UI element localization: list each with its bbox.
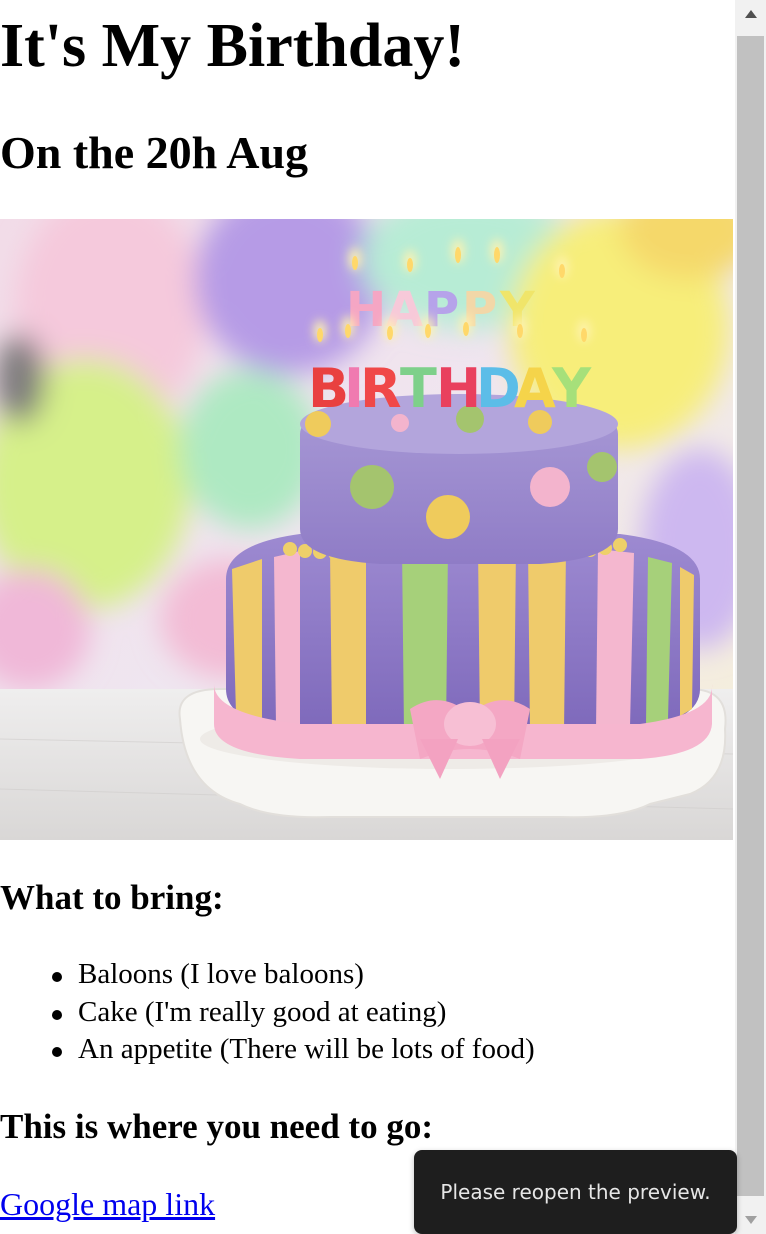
page-title: It's My Birthday!	[0, 12, 465, 80]
vertical-scrollbar[interactable]	[735, 0, 766, 1234]
what-to-bring-heading: What to bring:	[0, 878, 224, 917]
list-item: Cake (I'm really good at eating)	[0, 994, 535, 1032]
svg-text:Y: Y	[551, 357, 592, 420]
scroll-down-button[interactable]	[735, 1200, 766, 1234]
list-item: Baloons (I love baloons)	[0, 956, 535, 994]
birthday-cake-image: H A P P Y . B I R T H D A Y	[0, 219, 733, 840]
scrollbar-thumb[interactable]	[737, 36, 764, 1196]
directions-heading: This is where you need to go:	[0, 1107, 433, 1146]
list-item-text: Baloons (I love baloons)	[78, 958, 364, 990]
svg-text:B: B	[308, 357, 349, 420]
bullet-icon	[52, 972, 62, 982]
bullet-icon	[52, 1009, 62, 1020]
arrow-down-icon	[745, 1216, 757, 1224]
list-item-text: An appetite (There will be lots of food)	[78, 1033, 535, 1065]
reopen-preview-toast[interactable]: Please reopen the preview.	[414, 1150, 737, 1234]
bullet-icon	[52, 1047, 62, 1057]
list-item-text: Cake (I'm really good at eating)	[78, 995, 447, 1028]
svg-text:A: A	[514, 357, 556, 420]
bring-list: Baloons (I love baloons) Cake (I'm reall…	[0, 956, 535, 1069]
arrow-up-icon	[745, 10, 757, 18]
scroll-up-button[interactable]	[735, 0, 766, 34]
google-map-link[interactable]: Google map link	[0, 1184, 215, 1224]
preview-page: It's My Birthday! On the 20h Aug H A P P…	[0, 0, 735, 1234]
list-item: An appetite (There will be lots of food)	[0, 1031, 535, 1069]
svg-text:R: R	[360, 357, 402, 420]
svg-text:H: H	[436, 357, 481, 420]
svg-text:T: T	[400, 357, 437, 420]
party-date-heading: On the 20h Aug	[0, 127, 309, 178]
